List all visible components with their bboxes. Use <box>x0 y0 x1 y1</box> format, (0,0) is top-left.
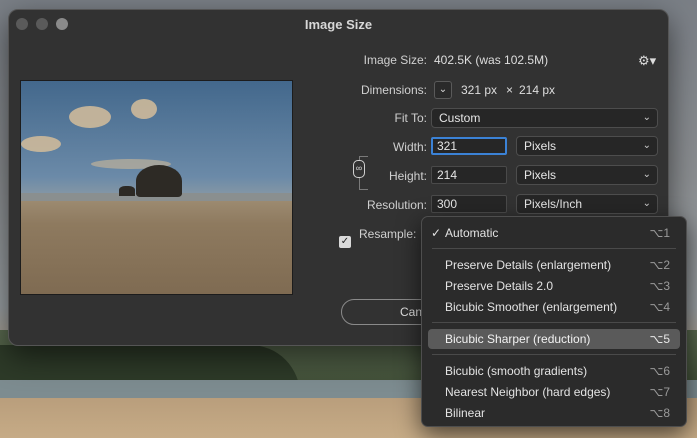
chevron-down-icon: ⌄ <box>642 169 651 180</box>
menu-item-shortcut: ⌥8 <box>649 406 670 420</box>
resample-label: Resample: <box>359 227 417 241</box>
menu-item-preserve-details-2[interactable]: Preserve Details 2.0 ⌥3 <box>428 276 680 296</box>
fit-to-value: Custom <box>439 111 481 125</box>
menu-item-preserve-details[interactable]: Preserve Details (enlargement) ⌥2 <box>428 255 680 275</box>
preview-cloud <box>21 136 61 152</box>
preview-beach <box>21 201 292 294</box>
resolution-input[interactable]: 300 <box>431 195 507 213</box>
resample-menu: ✓ Automatic ⌥1 Preserve Details (enlarge… <box>421 216 687 427</box>
menu-item-shortcut: ⌥1 <box>649 226 670 240</box>
height-input[interactable]: 214 <box>431 166 507 184</box>
image-size-value: 402.5K (was 102.5M) <box>434 53 549 67</box>
width-label: Width: <box>392 140 427 154</box>
height-label: Height: <box>388 169 427 183</box>
menu-item-label: Bicubic Sharper (reduction) <box>445 332 591 346</box>
dimensions-label: Dimensions: <box>360 83 427 97</box>
dimensions-height: 214 px <box>519 83 556 97</box>
menu-item-label: Nearest Neighbor (hard edges) <box>445 385 611 399</box>
menu-item-label: Preserve Details 2.0 <box>445 279 554 293</box>
preview-cloud <box>69 106 111 128</box>
menu-item-shortcut: ⌥5 <box>649 332 670 346</box>
dimensions-width: 321 px <box>461 83 498 97</box>
dimensions-times: × <box>506 83 514 97</box>
menu-item-shortcut: ⌥6 <box>649 364 670 378</box>
resolution-label: Resolution: <box>366 198 427 212</box>
gear-icon[interactable]: ⚙▾ <box>638 53 656 69</box>
resolution-unit-value: Pixels/Inch <box>524 197 583 211</box>
width-input[interactable]: 321 <box>431 137 507 155</box>
preview-small-rock <box>119 186 135 196</box>
checkmark-icon: ✓ <box>431 226 442 240</box>
height-unit-select[interactable]: Pixels ⌄ <box>516 165 658 185</box>
chevron-down-icon: ⌄ <box>642 140 651 151</box>
chevron-down-icon: ⌄ <box>642 198 651 209</box>
resolution-unit-select[interactable]: Pixels/Inch ⌄ <box>516 194 658 214</box>
menu-item-label: Bilinear <box>445 406 486 420</box>
menu-item-bicubic-sharper[interactable]: Bicubic Sharper (reduction) ⌥5 <box>428 329 680 349</box>
preview-cloud <box>131 99 157 119</box>
height-unit-value: Pixels <box>524 168 557 182</box>
fit-to-label: Fit To: <box>394 111 427 125</box>
menu-item-bicubic-smoother[interactable]: Bicubic Smoother (enlargement) ⌥4 <box>428 297 680 317</box>
width-unit-value: Pixels <box>524 139 557 153</box>
width-unit-select[interactable]: Pixels ⌄ <box>516 136 658 156</box>
menu-item-bicubic[interactable]: Bicubic (smooth gradients) ⌥6 <box>428 361 680 381</box>
menu-separator <box>432 354 676 355</box>
menu-item-shortcut: ⌥2 <box>649 258 670 272</box>
chevron-down-icon[interactable]: ⌄ <box>434 81 452 99</box>
title-bar: Image Size <box>9 10 668 38</box>
menu-item-nearest-neighbor[interactable]: Nearest Neighbor (hard edges) ⌥7 <box>428 382 680 402</box>
menu-separator <box>432 322 676 323</box>
preview-haystack-rock <box>136 165 182 197</box>
menu-item-label: Preserve Details (enlargement) <box>445 258 612 272</box>
image-preview[interactable] <box>20 80 293 295</box>
menu-item-shortcut: ⌥7 <box>649 385 670 399</box>
image-size-label: Image Size: <box>363 53 427 67</box>
menu-item-label: Bicubic (smooth gradients) <box>445 364 588 378</box>
menu-item-label: Bicubic Smoother (enlargement) <box>445 300 618 314</box>
resample-checkbox[interactable]: ✓ <box>339 236 351 248</box>
menu-item-automatic[interactable]: ✓ Automatic ⌥1 <box>428 223 680 243</box>
menu-item-label: Automatic <box>445 226 499 240</box>
chevron-down-icon: ⌄ <box>642 112 651 123</box>
menu-separator <box>432 248 676 249</box>
fit-to-select[interactable]: Custom ⌄ <box>431 108 658 128</box>
menu-item-bilinear[interactable]: Bilinear ⌥8 <box>428 403 680 423</box>
menu-item-shortcut: ⌥4 <box>649 300 670 314</box>
dialog-title: Image Size <box>304 17 373 32</box>
menu-item-shortcut: ⌥3 <box>649 279 670 293</box>
